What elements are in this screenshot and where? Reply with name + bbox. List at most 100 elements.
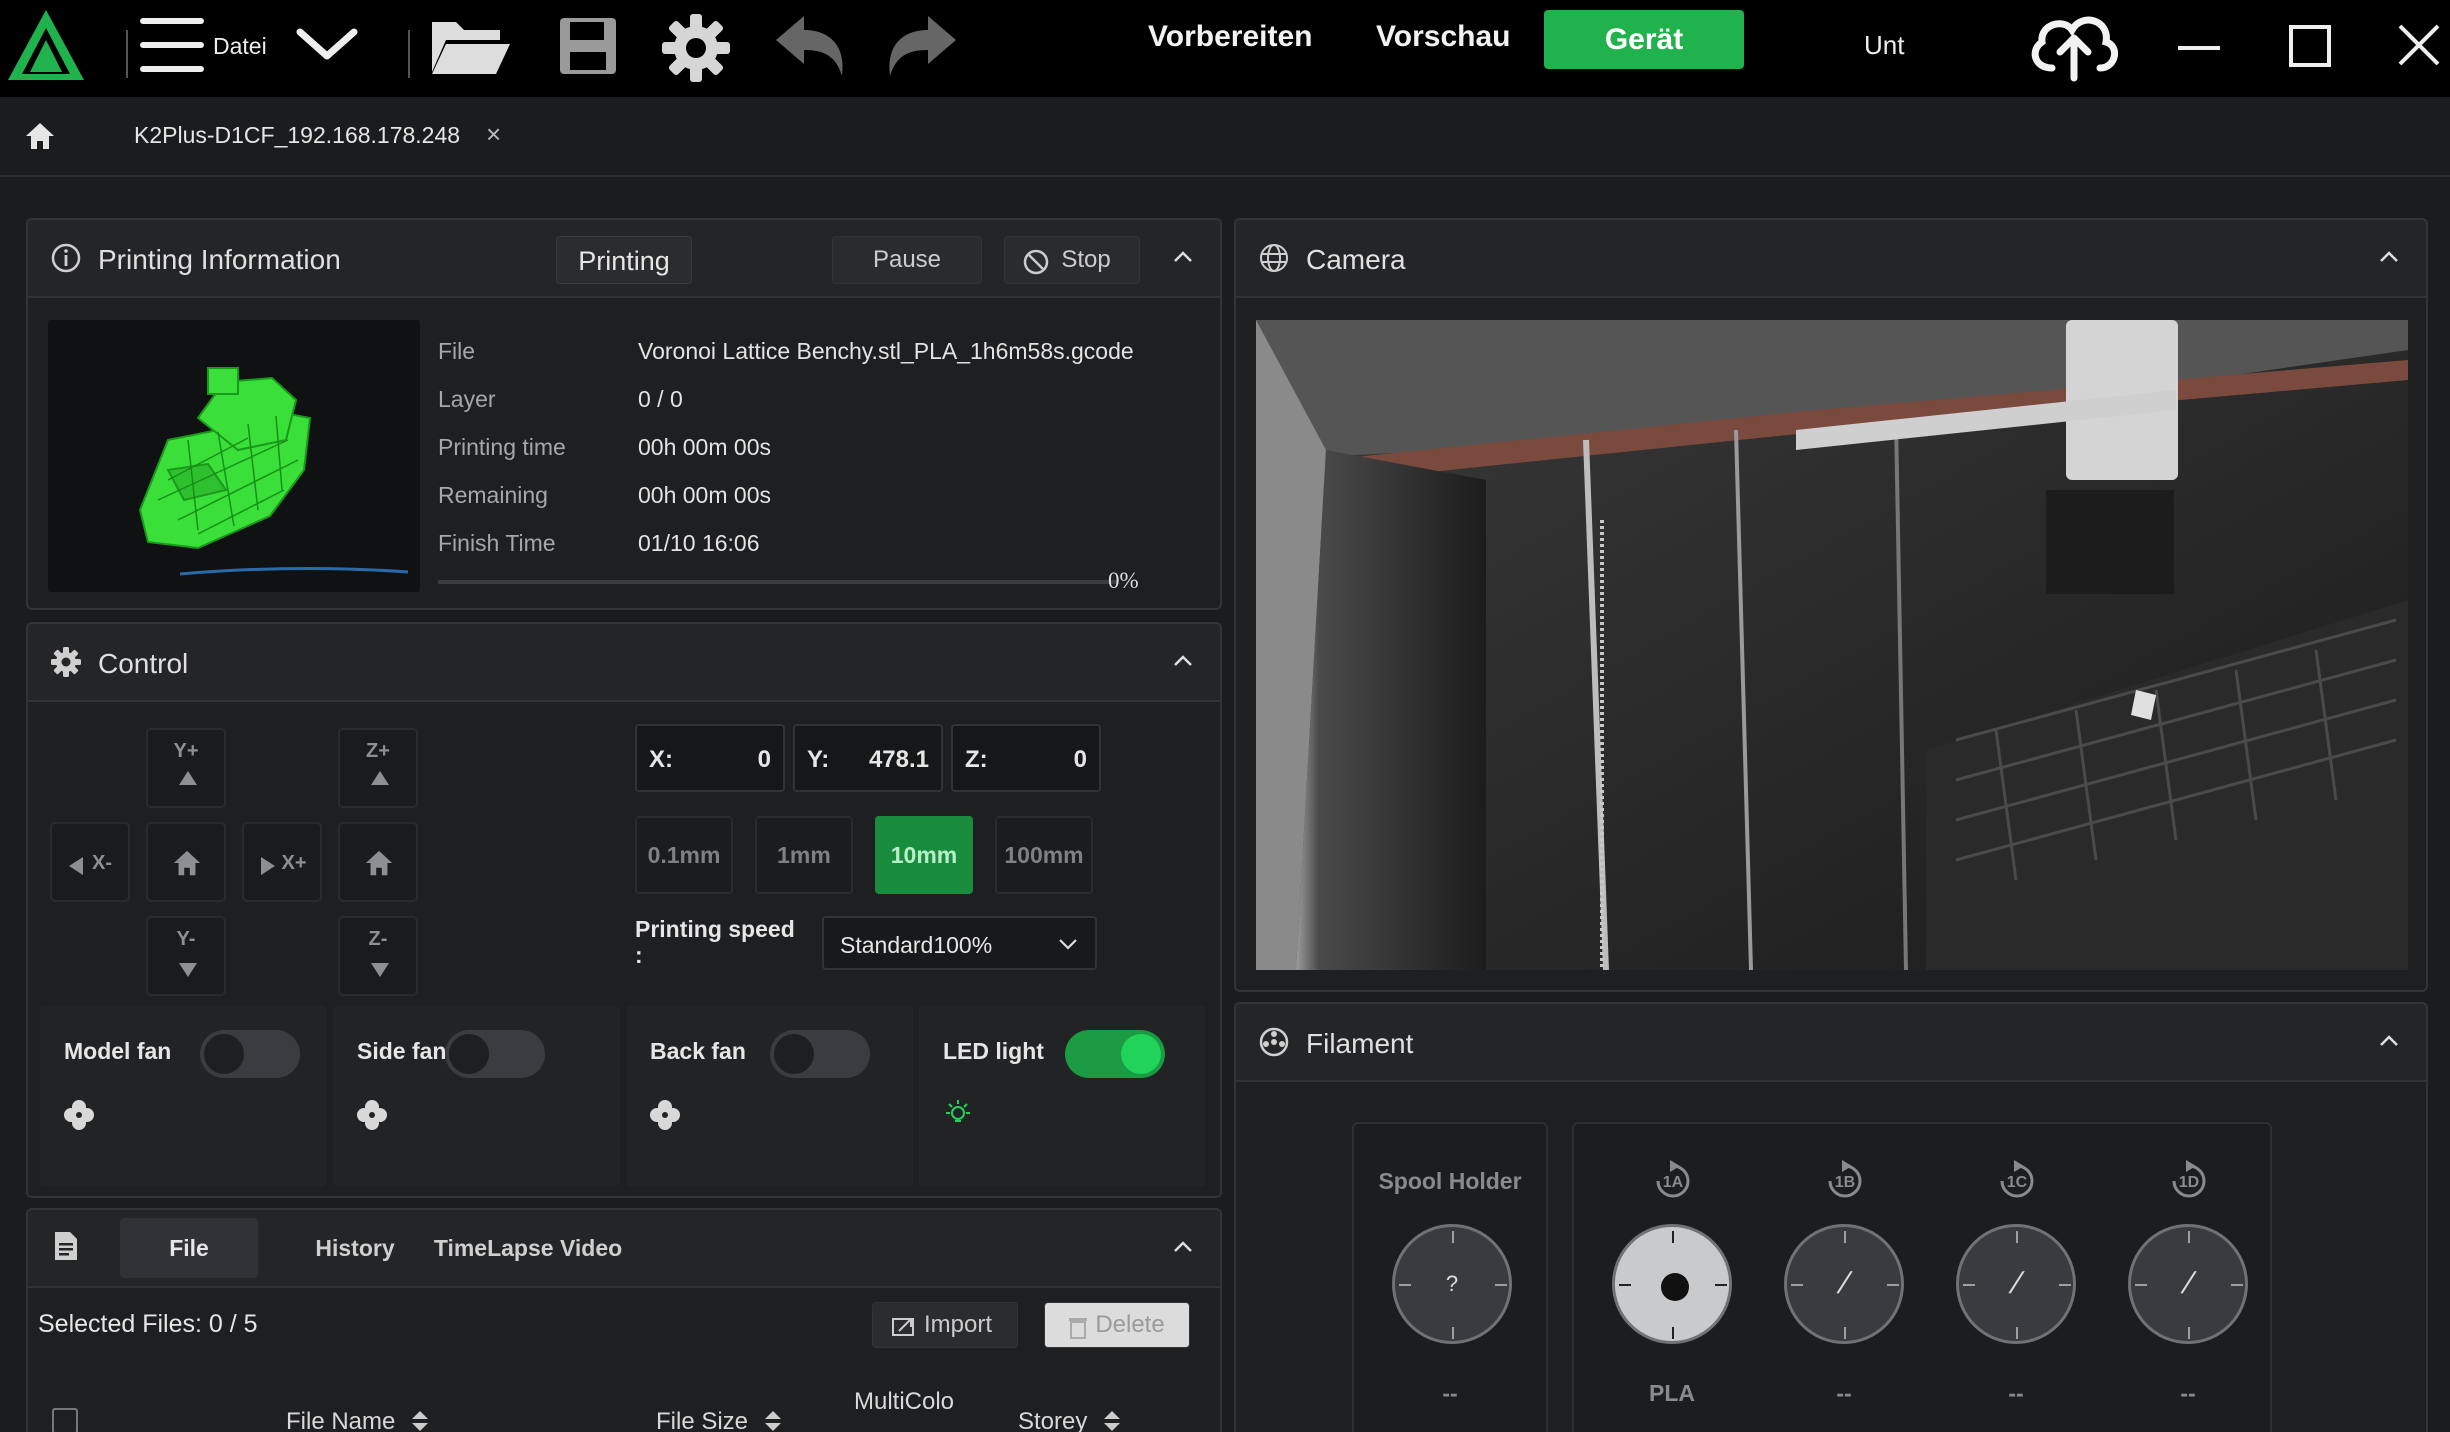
spool-holder-dial[interactable]: ? xyxy=(1392,1224,1512,1344)
menu-icon[interactable] xyxy=(138,10,208,80)
jog-y-minus-button[interactable]: Y- xyxy=(146,916,226,996)
globe-icon xyxy=(1260,244,1288,272)
home-icon[interactable] xyxy=(24,121,56,151)
slot-id: 1A xyxy=(1663,1174,1684,1191)
jog-label: Y+ xyxy=(173,740,199,762)
column-storey[interactable]: Storey xyxy=(1018,1408,1122,1432)
benchy-preview-image xyxy=(138,367,409,576)
tab-timelapse-video[interactable]: TimeLapse Video xyxy=(424,1218,632,1278)
filament-slot-1d[interactable]: 1D / -- xyxy=(2126,1124,2250,1432)
app-logo-icon xyxy=(8,10,84,80)
tab-file[interactable]: File xyxy=(120,1218,258,1278)
menu-label[interactable]: Datei xyxy=(213,33,267,60)
chevron-up-icon[interactable] xyxy=(2374,1026,2404,1056)
jog-z-plus-button[interactable]: Z+ xyxy=(338,728,418,808)
slot-dial[interactable]: / xyxy=(2128,1224,2248,1344)
home-z-button[interactable] xyxy=(338,822,418,902)
pause-button[interactable]: Pause xyxy=(832,236,982,284)
import-button[interactable]: Import xyxy=(872,1302,1018,1348)
home-xy-button[interactable] xyxy=(146,822,226,902)
delete-button[interactable]: Delete xyxy=(1044,1302,1190,1348)
x-coordinate-field: X: 0 xyxy=(635,724,785,792)
chevron-down-icon[interactable] xyxy=(294,24,360,64)
slot-dial[interactable]: / xyxy=(1956,1224,2076,1344)
chevron-up-icon[interactable] xyxy=(1168,646,1198,676)
slot-material: -- xyxy=(2180,1380,2196,1406)
model-thumbnail xyxy=(48,320,420,592)
nav-vorschau[interactable]: Vorschau xyxy=(1376,20,1511,54)
minimize-icon[interactable] xyxy=(2176,28,2222,68)
chevron-up-icon[interactable] xyxy=(1168,242,1198,272)
x-value: 0 xyxy=(757,746,771,773)
jog-x-minus-button[interactable]: X- xyxy=(50,822,130,902)
panel-header: Control xyxy=(28,624,1220,702)
panel-title: Filament xyxy=(1306,1028,1414,1059)
slot-material: -- xyxy=(1836,1380,1852,1406)
stop-button[interactable]: Stop xyxy=(1004,236,1140,284)
import-icon xyxy=(892,1318,914,1336)
led-light-label: LED light xyxy=(943,1038,1044,1064)
document-icon xyxy=(55,1232,77,1260)
tab-close-button[interactable]: × xyxy=(486,119,501,150)
light-bulb-icon xyxy=(946,1100,970,1122)
model-fan-card: Model fan xyxy=(40,1006,327,1186)
redo-icon[interactable] xyxy=(882,10,962,80)
gear-icon xyxy=(51,647,81,677)
step-0-1mm-button[interactable]: 0.1mm xyxy=(635,816,733,894)
panel-header: File History TimeLapse Video xyxy=(28,1210,1220,1288)
maximize-icon[interactable] xyxy=(2288,24,2332,68)
jog-x-plus-button[interactable]: X+ xyxy=(242,822,322,902)
cloud-upload-icon[interactable] xyxy=(2026,6,2122,84)
filament-slot-1b[interactable]: 1B / -- xyxy=(1782,1124,1906,1432)
nav-vorbereiten[interactable]: Vorbereiten xyxy=(1148,20,1313,54)
separator xyxy=(126,30,128,78)
back-fan-toggle[interactable] xyxy=(770,1030,870,1078)
model-fan-toggle[interactable] xyxy=(200,1030,300,1078)
column-multicolor[interactable]: MultiColo xyxy=(854,1388,954,1416)
step-10mm-button[interactable]: 10mm xyxy=(875,816,973,894)
select-all-checkbox[interactable] xyxy=(52,1408,78,1432)
save-icon[interactable] xyxy=(556,14,620,78)
close-window-icon[interactable] xyxy=(2396,22,2442,68)
user-label[interactable]: Unt xyxy=(1864,30,1904,61)
printing-time-value: 00h 00m 00s xyxy=(638,434,771,460)
progress-percent: 0% xyxy=(1108,568,1139,593)
filament-slot-1c[interactable]: 1C / -- xyxy=(1954,1124,2078,1432)
stop-label: Stop xyxy=(1061,246,1111,273)
file-panel: File History TimeLapse Video Selected Fi… xyxy=(26,1208,1222,1432)
layer-label: Layer xyxy=(438,386,496,412)
column-file-name[interactable]: File Name xyxy=(286,1408,430,1432)
column-file-size[interactable]: File Size xyxy=(656,1408,783,1432)
printing-speed-select[interactable]: Standard100% xyxy=(822,916,1097,970)
tab-device[interactable]: K2Plus-D1CF_192.168.178.248 xyxy=(134,122,460,149)
home-icon xyxy=(365,850,393,876)
undo-icon[interactable] xyxy=(770,10,850,80)
step-1mm-button[interactable]: 1mm xyxy=(755,816,853,894)
led-light-toggle[interactable] xyxy=(1065,1030,1165,1078)
chevron-up-icon[interactable] xyxy=(1168,1232,1198,1262)
filament-panel: Filament Spool Holder ? -- 1A PLA 1B / -- 1C /… xyxy=(1234,1002,2428,1432)
camera-panel: Camera xyxy=(1234,218,2428,992)
jog-y-plus-button[interactable]: Y+ xyxy=(146,728,226,808)
nav-geraet[interactable]: Gerät xyxy=(1544,10,1744,69)
slot-dial[interactable]: / xyxy=(1784,1224,1904,1344)
slot-dial[interactable] xyxy=(1612,1224,1732,1344)
printing-speed-value: Standard100% xyxy=(840,932,993,958)
separator xyxy=(408,30,410,78)
filament-spool-icon xyxy=(1259,1027,1289,1057)
jog-label: Z- xyxy=(368,928,388,950)
settings-gear-icon[interactable] xyxy=(660,12,732,84)
trash-icon xyxy=(1069,1318,1087,1339)
jog-z-minus-button[interactable]: Z- xyxy=(338,916,418,996)
filament-slot-1a[interactable]: 1A PLA xyxy=(1610,1124,1734,1432)
tab-history[interactable]: History xyxy=(290,1218,420,1278)
side-fan-toggle[interactable] xyxy=(445,1030,545,1078)
progress-bar xyxy=(438,580,1118,584)
printing-speed-colon: : xyxy=(635,942,643,968)
fan-icon xyxy=(357,1100,387,1130)
step-100mm-button[interactable]: 100mm xyxy=(995,816,1093,894)
open-folder-icon[interactable] xyxy=(428,10,514,80)
chevron-up-icon[interactable] xyxy=(2374,242,2404,272)
led-light-card: LED light xyxy=(919,1006,1206,1186)
import-label: Import xyxy=(923,1311,992,1338)
